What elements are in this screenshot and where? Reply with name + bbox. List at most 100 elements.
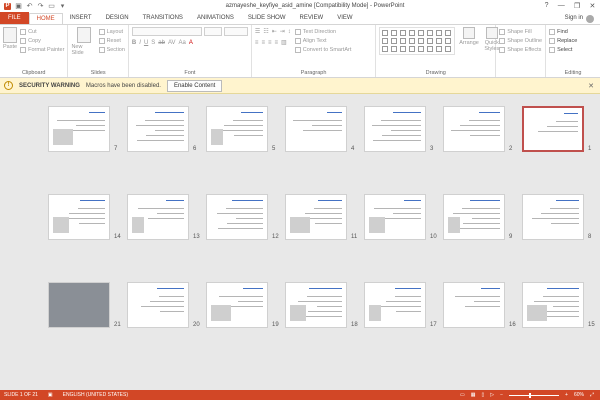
normal-view-icon[interactable]: ▭ (460, 392, 465, 398)
slide-thumbnail[interactable] (364, 106, 426, 152)
tab-transitions[interactable]: TRANSITIONS (136, 13, 190, 24)
slide-thumbnail[interactable] (364, 282, 426, 328)
columns-icon[interactable]: ▥ (281, 39, 287, 46)
slide-thumbnail[interactable] (206, 282, 268, 328)
start-presentation-icon[interactable]: ▭ (48, 3, 55, 10)
arrange-button[interactable]: Arrange (459, 27, 479, 55)
slide-thumbnail[interactable] (285, 194, 347, 240)
decrease-indent-icon[interactable]: ⇤ (272, 28, 277, 35)
layout-button[interactable]: Layout (98, 27, 125, 36)
convert-smartart-button[interactable]: Convert to SmartArt (294, 45, 351, 54)
slide-number: 15 (588, 322, 595, 328)
tab-insert[interactable]: INSERT (63, 13, 99, 24)
zoom-in-icon[interactable]: + (565, 392, 568, 398)
restore-icon[interactable]: ❐ (574, 2, 580, 10)
tab-slide-show[interactable]: SLIDE SHOW (241, 13, 293, 24)
tab-view[interactable]: VIEW (330, 13, 359, 24)
font-size-buttons[interactable] (223, 27, 248, 36)
tab-design[interactable]: DESIGN (99, 13, 136, 24)
align-center-icon[interactable]: ≡ (261, 40, 265, 46)
close-icon[interactable]: ✕ (588, 82, 594, 90)
slide-thumbnail[interactable] (48, 194, 110, 240)
slide-image (211, 129, 223, 145)
slide-thumbnail[interactable] (127, 194, 189, 240)
sign-in[interactable]: Sign in (565, 13, 600, 24)
replace-button[interactable]: Replace (549, 36, 597, 45)
slide-thumbnail[interactable] (285, 106, 347, 152)
format-painter-button[interactable]: Format Painter (20, 45, 64, 54)
cut-button[interactable]: Cut (20, 27, 64, 36)
slide-thumbnail[interactable] (522, 194, 584, 240)
slide-text-line (553, 306, 579, 307)
underline-icon[interactable]: U (144, 40, 148, 46)
new-slide-button[interactable]: New Slide (71, 27, 95, 56)
align-right-icon[interactable]: ≡ (268, 40, 272, 46)
slide-text-line (391, 130, 421, 131)
slide-thumbnail[interactable] (443, 194, 505, 240)
section-button[interactable]: Section (98, 45, 125, 54)
font-name-dropdown[interactable] (131, 27, 202, 36)
slide-thumbnail[interactable] (127, 106, 189, 152)
slide-thumbnail[interactable] (364, 194, 426, 240)
strikethrough-icon[interactable]: ab (158, 40, 165, 46)
redo-icon[interactable]: ↷ (37, 3, 44, 10)
slide-thumbnail[interactable] (127, 282, 189, 328)
font-color-icon[interactable]: A (189, 40, 193, 46)
save-icon[interactable]: ▣ (15, 3, 22, 10)
justify-icon[interactable]: ≡ (274, 40, 278, 46)
shape-fill-button[interactable]: Shape Fill (499, 27, 542, 36)
slide-thumbnail[interactable] (48, 282, 110, 328)
zoom-slider[interactable] (509, 392, 560, 398)
shapes-gallery[interactable] (379, 27, 456, 55)
customize-toolbar-icon[interactable]: ▾ (59, 3, 66, 10)
zoom-level[interactable]: 60% (574, 392, 584, 398)
shape-effects-button[interactable]: Shape Effects (499, 45, 542, 54)
tab-file[interactable]: FILE (0, 12, 29, 24)
slide-thumbnail[interactable] (522, 106, 584, 152)
reading-view-icon[interactable]: ▯ (482, 392, 485, 398)
fit-to-window-icon[interactable]: ⤢ (590, 392, 594, 398)
italic-icon[interactable]: I (139, 40, 141, 46)
undo-icon[interactable]: ↶ (26, 3, 33, 10)
minimize-icon[interactable]: — (558, 2, 565, 10)
tab-review[interactable]: REVIEW (293, 13, 331, 24)
zoom-slider-thumb[interactable] (529, 392, 532, 398)
find-button[interactable]: Find (549, 27, 597, 36)
tab-animations[interactable]: ANIMATIONS (190, 13, 241, 24)
paste-button[interactable]: Paste (3, 27, 17, 54)
slideshow-view-icon[interactable]: ▷ (490, 392, 494, 398)
numbering-icon[interactable]: ☷ (263, 28, 268, 35)
reset-button[interactable]: Reset (98, 36, 125, 45)
slide-thumbnail[interactable] (48, 106, 110, 152)
shape-format-group: Shape Fill Shape Outline Shape Effects (496, 25, 547, 77)
text-direction-button[interactable]: Text Direction (294, 27, 352, 36)
tab-home[interactable]: HOME (28, 13, 63, 24)
slide-text-line (312, 125, 342, 126)
increase-indent-icon[interactable]: ⇥ (280, 28, 285, 35)
slide-thumbnail[interactable] (443, 282, 505, 328)
select-button[interactable]: Select (549, 45, 597, 54)
slide-thumbnail[interactable] (206, 106, 268, 152)
proofing-icon[interactable]: ▣ (48, 392, 53, 398)
shadow-icon[interactable]: S (151, 40, 155, 46)
slide-sorter-view-icon[interactable]: ▦ (471, 392, 476, 398)
align-text-button[interactable]: Align Text (294, 36, 352, 45)
font-size-dropdown[interactable] (203, 27, 222, 36)
copy-button[interactable]: Copy (20, 36, 64, 45)
slide-thumbnail[interactable] (443, 106, 505, 152)
enable-content-button[interactable]: Enable Content (166, 79, 223, 92)
line-spacing-icon[interactable]: ↕ (288, 29, 291, 35)
slide-thumbnail[interactable] (285, 282, 347, 328)
close-icon[interactable]: ✕ (590, 2, 596, 10)
help-icon[interactable]: ? (545, 2, 549, 10)
slide-thumbnail[interactable] (206, 194, 268, 240)
bullets-icon[interactable]: ☰ (255, 28, 260, 35)
language[interactable]: ENGLISH (UNITED STATES) (63, 392, 128, 398)
zoom-out-icon[interactable]: − (500, 392, 503, 398)
slide-thumbnail[interactable] (522, 282, 584, 328)
bold-icon[interactable]: B (132, 40, 136, 46)
spacing-icon[interactable]: AV (168, 40, 176, 46)
change-case-icon[interactable]: Aa (179, 40, 186, 46)
align-left-icon[interactable]: ≡ (255, 40, 259, 46)
shape-outline-button[interactable]: Shape Outline (499, 36, 542, 45)
